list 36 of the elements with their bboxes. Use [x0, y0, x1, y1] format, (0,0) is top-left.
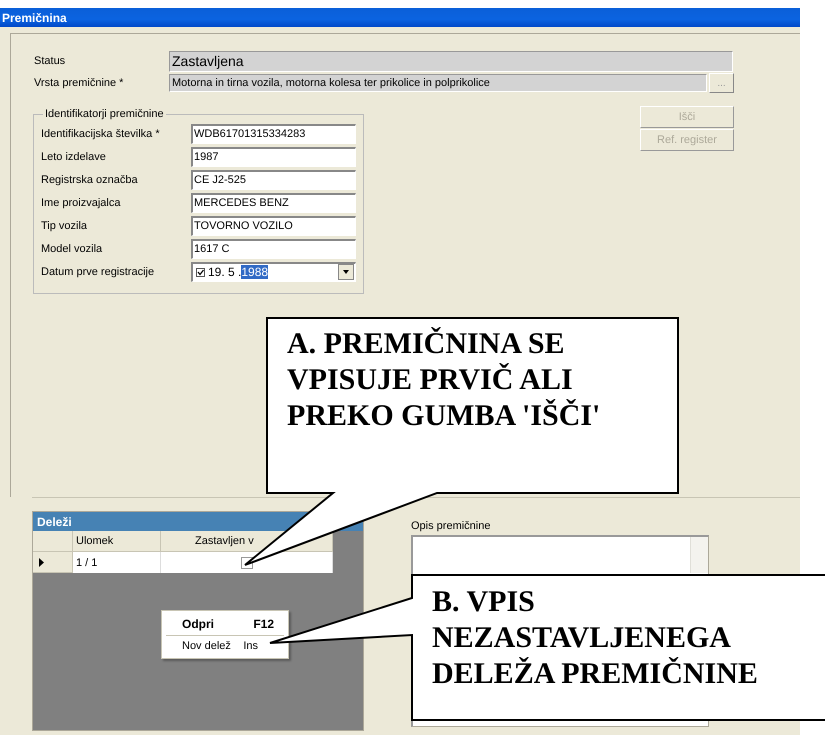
callout-text: B. VPIS NEZASTAVLJENEGA DELEŽA PREMIČNINE — [432, 584, 758, 692]
table-cell: 1 / 1 — [73, 552, 161, 573]
menu-item[interactable]: Nov delež Ins — [162, 636, 288, 656]
text-field[interactable]: WDB61701315334283 — [191, 124, 356, 144]
callout-text: A. PREMIČNINA SE VPISUJE PRVIČ ALI PREKO GUMBA 'IŠČI' — [287, 326, 600, 434]
date-picker[interactable]: 19. 5 .1988 — [191, 262, 356, 282]
field-label: Vrsta premičnine * — [33, 77, 124, 89]
text-field[interactable]: CE J2-525 — [191, 170, 356, 190]
checkbox[interactable] — [196, 268, 205, 276]
field-label: Registrska označba — [41, 174, 139, 186]
date-year: 1988 — [241, 265, 268, 279]
field-label: Identifikacijska številka * — [41, 128, 161, 140]
row-header[interactable] — [33, 552, 73, 573]
field-label: Datum prve registracije — [41, 266, 156, 278]
field-label: Tip vozila — [41, 220, 88, 232]
grid-title: Deleži — [37, 514, 72, 528]
text-field[interactable]: MERCEDES BENZ — [191, 192, 356, 212]
text-field[interactable]: 1617 C — [191, 238, 356, 258]
text-field[interactable]: 1987 — [191, 146, 356, 166]
date-day-month: 19. 5 . — [208, 265, 242, 279]
field-label: Opis premičnine — [411, 520, 492, 532]
type-field[interactable]: Motorna in tirna vozila, motorna kolesa ter prikolice in polprikolice — [169, 74, 707, 92]
window-title: Premičnina — [2, 10, 67, 24]
group-legend: Identifikatorji premičnine — [43, 108, 166, 120]
field-label: Model vozila — [41, 242, 104, 254]
field-label: Ime proizvajalca — [41, 196, 122, 208]
row-header — [33, 531, 73, 552]
scrollbar[interactable] — [690, 537, 708, 573]
column-header[interactable]: Ulomek — [73, 531, 161, 552]
text-field[interactable]: TOVORNO VOZILO — [191, 216, 356, 236]
description-field[interactable] — [411, 535, 709, 573]
row-pointer-icon — [39, 558, 44, 566]
menu-item[interactable]: Odpri F12 — [162, 613, 288, 635]
field-label: Leto izdelave — [41, 150, 107, 162]
field-label: Status — [33, 55, 66, 67]
status-field[interactable]: Zastavljena — [169, 50, 733, 72]
